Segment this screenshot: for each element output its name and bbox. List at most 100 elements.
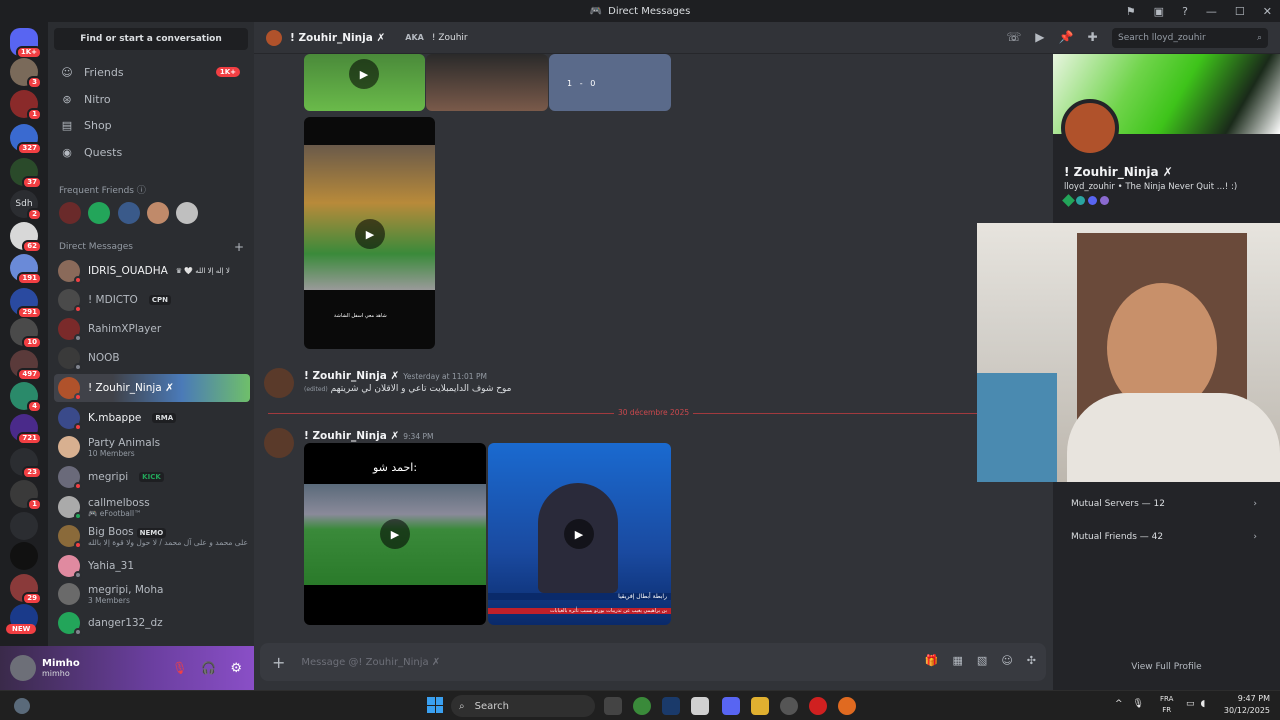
frequent-friend-avatar[interactable] [59,202,81,224]
mic-icon[interactable]: 🎙 [1133,699,1144,709]
view-full-profile-button[interactable]: View Full Profile [1053,662,1280,672]
dm-item[interactable]: danger132_dz [54,609,250,637]
language-indicator[interactable]: FRA FR [1160,694,1173,716]
emoji-icon[interactable]: ☺ [1001,654,1012,667]
user-avatar[interactable] [10,655,36,681]
volume-icon[interactable]: ◖ [1201,699,1206,709]
video-thumbnail[interactable]: ▶ [304,54,425,111]
home-button[interactable]: 1K+ [10,28,42,59]
message-author[interactable]: ! Zouhir_Ninja ✗ [304,430,399,442]
server-icon[interactable]: 1 [10,90,42,121]
server-icon[interactable]: 4 [10,382,42,413]
frequent-friend-avatar[interactable] [88,202,110,224]
frequent-friend-avatar[interactable] [176,202,198,224]
nav-shop[interactable]: ▤ Shop [54,113,248,137]
add-attachment-icon[interactable]: + [272,653,285,672]
server-icon[interactable]: 29 [10,574,42,605]
badge-icon[interactable] [1062,194,1075,207]
mutual-servers-row[interactable]: Mutual Servers — 12 › [1063,490,1263,518]
image-thumbnail[interactable] [426,54,548,111]
dm-item[interactable]: Yahia_31 [54,552,250,580]
dm-item[interactable]: callmelboss 🎮 eFootball™ [54,493,250,521]
mutual-friends-row[interactable]: Mutual Friends — 42 › [1063,523,1263,551]
apps-icon[interactable]: ✣ [1027,654,1036,667]
server-icon[interactable]: 1 [10,480,42,511]
badge-icon[interactable] [1076,196,1085,205]
weather-icon[interactable] [14,698,30,714]
app-icon[interactable] [780,697,798,715]
voice-call-icon[interactable]: ☏ [1006,30,1021,44]
tray-chevron-icon[interactable]: ^ [1115,699,1123,709]
chrome-icon[interactable] [633,697,651,715]
search-input[interactable]: Search lloyd_zouhir ⌕ [1112,28,1268,48]
clock[interactable]: 9:47 PM 30/12/2025 [1224,693,1270,717]
help-icon[interactable]: ? [1182,5,1188,18]
screen-icon[interactable]: ▣ [1154,5,1164,18]
video-thumbnail[interactable]: ▶ رابطة أبطال إفريقيا بن براهيمي يغيب عن… [488,443,671,625]
start-icon[interactable] [427,697,443,713]
discord-taskbar-icon[interactable] [722,697,740,715]
gift-icon[interactable]: 🎁 [925,654,939,667]
dm-item[interactable]: IDRIS_OUADHA ♛ 🤍 لا إله إلا الله [54,257,250,285]
server-icon[interactable] [10,512,38,540]
message-avatar[interactable] [264,428,294,458]
nav-friends[interactable]: ☺ Friends 1K+ [54,60,248,84]
video-thumbnail[interactable]: احمد شو: ▶ [304,443,486,625]
image-thumbnail[interactable]: 1 - 0 [549,54,671,111]
server-icon[interactable]: 23 [10,448,42,479]
server-icon[interactable]: 327 [10,124,42,155]
server-icon[interactable]: 37 [10,158,42,189]
inbox-icon[interactable]: ⚑ [1126,5,1136,18]
server-icon[interactable]: 721 [10,414,42,445]
frequent-friend-avatar[interactable] [147,202,169,224]
server-icon[interactable]: 497 [10,350,42,381]
server-icon[interactable]: 3 [10,58,42,89]
mute-mic-icon[interactable]: 🎙 [172,661,187,675]
opera-icon[interactable] [809,697,827,715]
server-icon[interactable]: 10 [10,318,42,349]
dm-item[interactable]: Big BoosNEMOاللهم صل على محمد و على آل م… [54,522,250,550]
steam-icon[interactable] [662,697,680,715]
profile-avatar[interactable] [1061,99,1119,157]
find-conversation-button[interactable]: Find or start a conversation [54,28,248,50]
badge-icon[interactable] [1088,196,1097,205]
server-icon[interactable]: Sdh 2 [10,190,42,221]
network-icon[interactable]: ▭ [1186,699,1195,709]
server-icon[interactable]: 62 [10,222,42,253]
pin-icon[interactable]: 📌 [1059,30,1074,44]
chatgpt-icon[interactable] [604,697,622,715]
dm-item[interactable]: K.mbappe RMA [54,404,250,432]
close-icon[interactable]: ✕ [1263,5,1272,18]
message-author[interactable]: ! Zouhir_Ninja ✗ [304,370,399,382]
dm-item[interactable]: NOOB [54,344,250,372]
server-icon[interactable] [10,542,38,570]
message-input[interactable]: + Message @! Zouhir_Ninja ✗ 🎁 ▦ ▧ ☺ ✣ [260,643,1046,681]
message-avatar[interactable] [264,368,294,398]
server-icon[interactable]: 291 [10,288,42,319]
dm-item[interactable]: RahimXPlayer [54,315,250,343]
add-friends-icon[interactable]: ✚ [1087,30,1097,44]
sticker-icon[interactable]: ▧ [977,654,987,667]
frequent-friend-avatar[interactable] [118,202,140,224]
server-icon[interactable]: 191 [10,254,42,285]
badge-icon[interactable] [1100,196,1109,205]
minimize-icon[interactable]: — [1206,5,1217,18]
maximize-icon[interactable]: ☐ [1235,5,1245,18]
dm-item-selected[interactable]: ! Zouhir_Ninja ✗ [54,374,250,402]
nav-quests[interactable]: ◉ Quests [54,140,248,164]
headphones-icon[interactable]: 🎧 [201,661,216,675]
create-dm-icon[interactable]: + [234,240,244,254]
nav-nitro[interactable]: ⊛ Nitro [54,87,248,111]
video-thumbnail[interactable]: ▶ شاهد معي اسفل الشاشة [304,117,435,349]
dm-item[interactable]: megripi, Moha 3 Members [54,580,250,608]
taskbar-search[interactable]: ⌕ Search [451,695,595,717]
settings-gear-icon[interactable]: ⚙ [230,661,242,676]
app-icon[interactable] [691,697,709,715]
file-explorer-icon[interactable] [751,697,769,715]
dm-item[interactable]: Party Animals 10 Members [54,433,250,461]
firefox-icon[interactable] [838,697,856,715]
video-call-icon[interactable]: ▶ [1035,30,1044,44]
dm-item[interactable]: megripi KICK [54,463,250,491]
dm-item[interactable]: ! MDICTO CPN [54,286,250,314]
gif-icon[interactable]: ▦ [953,654,963,667]
